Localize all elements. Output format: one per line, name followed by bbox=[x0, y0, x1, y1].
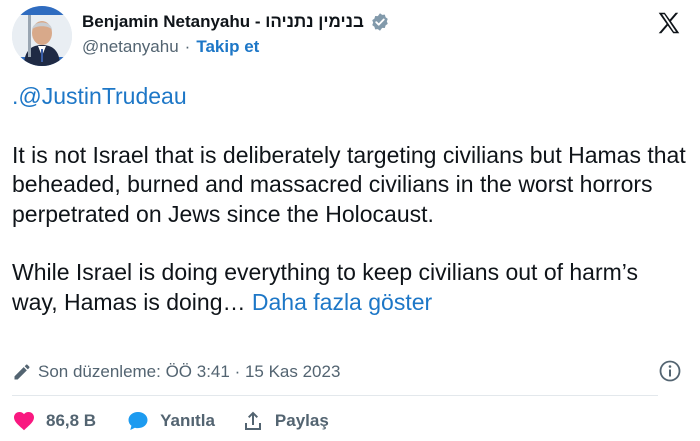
author-name[interactable]: Benjamin Netanyahu - בנימין נתניהו bbox=[82, 12, 364, 32]
mention-link[interactable]: .@JustinTrudeau bbox=[12, 82, 688, 112]
author-handle[interactable]: @netanyahu bbox=[82, 37, 179, 57]
edit-meta-row: Son düzenleme: ÖÖ 3:41 · 15 Kas 2023 bbox=[12, 359, 688, 385]
show-more-link[interactable]: Daha fazla göster bbox=[252, 289, 432, 315]
share-icon bbox=[244, 411, 261, 430]
share-button[interactable]: Paylaş bbox=[241, 409, 329, 433]
tweet-paragraph-2: While Israel is doing everything to keep… bbox=[12, 258, 688, 317]
follow-button[interactable]: Takip et bbox=[196, 37, 259, 57]
verified-badge-icon bbox=[370, 12, 390, 32]
action-bar: 86,8 B Yanıtla Paylaş bbox=[12, 408, 329, 434]
heart-icon bbox=[14, 412, 34, 431]
tweet-text: .@JustinTrudeau It is not Israel that is… bbox=[12, 82, 688, 317]
author-name-row: Benjamin Netanyahu - בנימין נתניהו bbox=[82, 12, 390, 32]
tweet-header: Benjamin Netanyahu - בנימין נתניהו @neta… bbox=[12, 6, 688, 66]
divider bbox=[12, 395, 658, 396]
info-icon[interactable] bbox=[658, 359, 682, 383]
avatar[interactable] bbox=[12, 6, 72, 66]
like-count: 86,8 B bbox=[46, 411, 97, 430]
tweet-paragraph-1: It is not Israel that is deliberately ta… bbox=[12, 141, 686, 227]
reply-label: Yanıtla bbox=[160, 411, 215, 430]
handle-row: @netanyahu · Takip et bbox=[82, 37, 259, 57]
pencil-icon bbox=[12, 362, 32, 382]
reply-bubble-icon bbox=[128, 412, 148, 430]
edited-timestamp[interactable]: Son düzenleme: ÖÖ 3:41 · 15 Kas 2023 bbox=[38, 362, 340, 382]
separator-dot: · bbox=[184, 37, 191, 56]
share-label: Paylaş bbox=[274, 411, 329, 430]
like-button[interactable]: 86,8 B bbox=[12, 409, 96, 433]
reply-button[interactable]: Yanıtla bbox=[126, 409, 215, 433]
x-logo-icon[interactable] bbox=[656, 10, 682, 36]
